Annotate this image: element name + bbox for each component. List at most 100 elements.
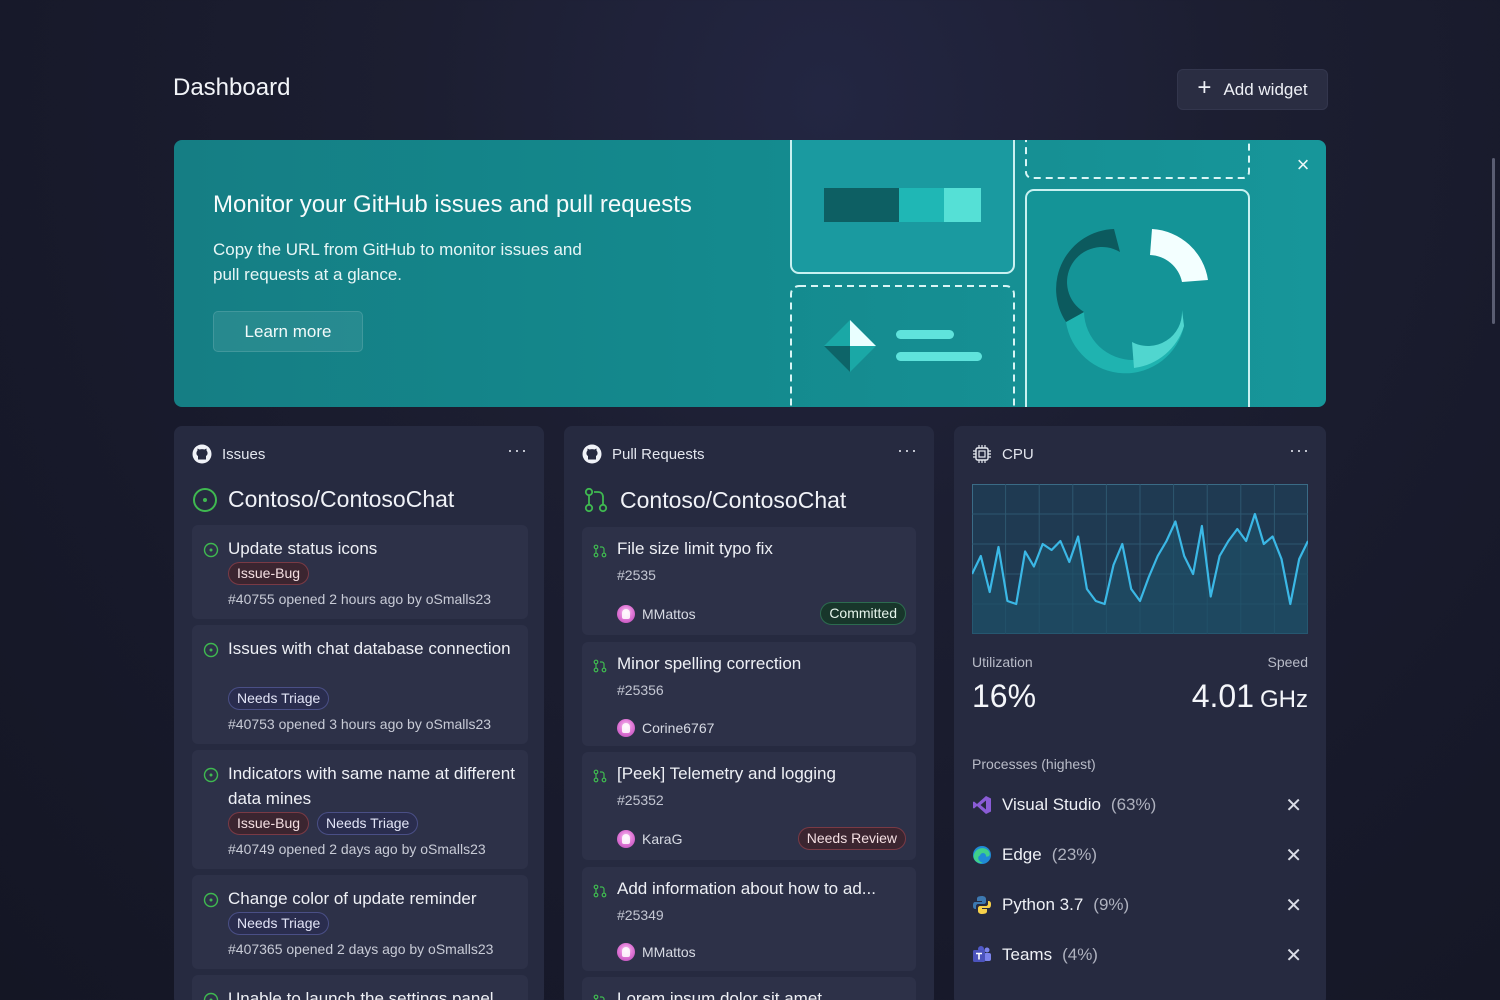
issue-open-icon	[203, 992, 219, 1000]
add-widget-button[interactable]: + Add widget	[1177, 69, 1328, 110]
github-icon	[192, 444, 212, 464]
issues-header: Issues	[222, 445, 266, 463]
pull-requests-widget: Pull Requests ··· Contoso/ContosoChat Fi…	[564, 426, 934, 1000]
pull-requests-repo[interactable]: Contoso/ContosoChat	[582, 486, 846, 514]
pull-request-item[interactable]: Minor spelling correction #25356 Corine6…	[582, 642, 916, 746]
utilization-label: Utilization	[972, 654, 1033, 670]
pr-title: Add information about how to ad...	[617, 879, 876, 898]
learn-more-button[interactable]: Learn more	[213, 311, 363, 352]
cpu-utilization-chart	[972, 484, 1308, 634]
pr-number: #25356	[617, 682, 664, 698]
pr-number: #25352	[617, 792, 664, 808]
pr-title: [Peek] Telemetry and logging	[617, 764, 836, 783]
close-icon[interactable]: ×	[1292, 154, 1314, 176]
avatar	[617, 605, 635, 623]
pull-request-icon	[584, 487, 608, 513]
pr-number: #2535	[617, 567, 656, 583]
avatar	[617, 719, 635, 737]
more-options-icon[interactable]: ···	[1289, 441, 1310, 463]
issues-repo[interactable]: Contoso/ContosoChat	[192, 486, 454, 513]
pull-request-item[interactable]: Add information about how to ad... #2534…	[582, 867, 916, 971]
issue-item[interactable]: Update status icons Issue-Bug #40755 ope…	[192, 525, 528, 619]
process-percent: (9%)	[1093, 895, 1130, 914]
avatar	[617, 830, 635, 848]
issue-bug-tag: Issue-Bug	[228, 812, 310, 835]
pr-number: #25349	[617, 907, 664, 923]
pull-request-icon	[593, 659, 607, 673]
issue-open-icon	[203, 767, 219, 783]
issue-open-icon	[203, 542, 219, 558]
issue-meta: #407365 opened 2 days ago by oSmalls23	[228, 941, 494, 957]
github-promo-banner: Monitor your GitHub issues and pull requ…	[174, 140, 1326, 407]
needs-review-status-badge: Needs Review	[797, 827, 906, 850]
cpu-widget: CPU ··· Utilization Speed 16% 4.01 GHz Pr…	[954, 426, 1326, 1000]
pull-request-item[interactable]: File size limit typo fix #2535 MMattos C…	[582, 527, 916, 635]
banner-description: Copy the URL from GitHub to monitor issu…	[213, 240, 582, 284]
scrollbar-thumb[interactable]	[1492, 158, 1495, 324]
issue-item[interactable]: Indicators with same name at different d…	[192, 750, 528, 869]
pr-title: Lorem ipsum dolor sit amet	[617, 989, 823, 1000]
pr-author: MMattos	[642, 944, 696, 960]
issue-meta: #40755 opened 2 hours ago by oSmalls23	[228, 591, 492, 607]
pull-requests-header: Pull Requests	[612, 445, 705, 463]
needs-triage-tag: Needs Triage	[228, 687, 330, 710]
banner-illustration	[790, 140, 1250, 407]
issue-meta: #40753 opened 3 hours ago by oSmalls23	[228, 716, 492, 732]
speed-number: 4.01	[1191, 678, 1254, 714]
process-percent: (23%)	[1051, 845, 1098, 864]
pr-title: Minor spelling correction	[617, 654, 802, 673]
more-options-icon[interactable]: ···	[897, 441, 918, 463]
process-name: Visual Studio	[1002, 795, 1101, 814]
issue-title: Indicators with same name at different d…	[228, 764, 515, 808]
issue-open-icon	[203, 642, 219, 658]
repo-name: Contoso/ContosoChat	[620, 486, 847, 513]
pull-request-item[interactable]: [Peek] Telemetry and logging #25352 Kara…	[582, 752, 916, 860]
process-row: Teams (4%) ✕	[972, 942, 1308, 968]
process-percent: (4%)	[1062, 945, 1098, 964]
committed-status-badge: Committed	[820, 602, 906, 625]
process-name: Edge	[1002, 845, 1042, 864]
more-options-icon[interactable]: ···	[507, 441, 528, 463]
issue-title: Issues with chat database connection	[228, 639, 511, 658]
issue-item[interactable]: Issues with chat database connection Nee…	[192, 625, 528, 744]
issue-item[interactable]: Change color of update reminder Needs Tr…	[192, 875, 528, 969]
issue-title: Update status icons	[228, 539, 378, 558]
issue-item[interactable]: Unable to launch the settings panel	[192, 975, 528, 1000]
pr-author: KaraG	[642, 831, 683, 847]
speed-unit: GHz	[1260, 686, 1308, 713]
pull-request-icon	[593, 884, 607, 898]
process-row: Visual Studio (63%) ✕	[972, 792, 1308, 818]
close-icon[interactable]: ✕	[1285, 893, 1302, 918]
needs-triage-tag: Needs Triage	[228, 912, 330, 935]
close-icon[interactable]: ✕	[1285, 843, 1302, 868]
utilization-value: 16%	[972, 678, 1037, 714]
pr-title: File size limit typo fix	[617, 539, 773, 558]
plus-icon: +	[1197, 74, 1212, 101]
edge-icon	[973, 846, 991, 864]
teams-icon	[973, 946, 991, 962]
issue-title: Unable to launch the settings panel	[228, 989, 494, 1000]
processes-label: Processes (highest)	[972, 756, 1096, 772]
visual-studio-icon	[973, 796, 991, 814]
cpu-header: CPU	[1002, 445, 1034, 463]
needs-triage-tag: Needs Triage	[317, 812, 419, 835]
chip-icon	[973, 445, 991, 463]
pull-request-icon	[593, 994, 605, 1000]
pr-author: Corine6767	[642, 720, 715, 736]
process-row: Python 3.7 (9%) ✕	[972, 892, 1308, 918]
repo-name: Contoso/ContosoChat	[228, 486, 455, 512]
close-icon[interactable]: ✕	[1285, 943, 1302, 968]
pull-request-icon	[593, 769, 607, 783]
github-icon	[582, 444, 602, 464]
issue-title: Change color of update reminder	[228, 889, 477, 908]
process-percent: (63%)	[1110, 795, 1157, 814]
add-widget-label: Add widget	[1223, 79, 1308, 99]
pull-request-item[interactable]: Lorem ipsum dolor sit amet	[582, 977, 916, 1000]
speed-value: 4.01 GHz	[1192, 678, 1308, 715]
close-icon[interactable]: ✕	[1285, 793, 1302, 818]
avatar	[617, 943, 635, 961]
speed-label: Speed	[1267, 654, 1308, 670]
process-name: Python 3.7	[1002, 895, 1084, 914]
pull-request-icon	[593, 544, 607, 558]
pr-author: MMattos	[642, 606, 696, 622]
